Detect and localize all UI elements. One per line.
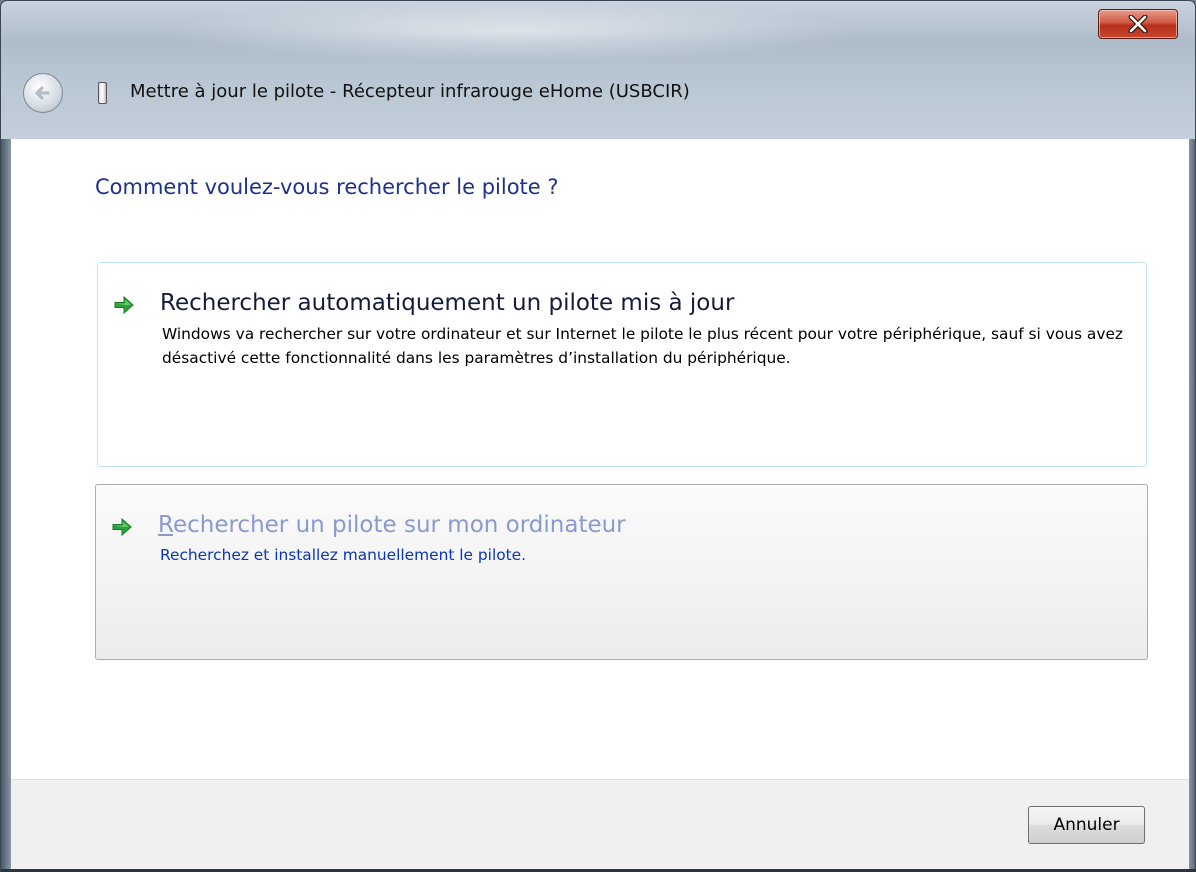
back-button[interactable]	[23, 73, 63, 113]
dialog-window: Mettre à jour le pilote - Récepteur infr…	[0, 0, 1196, 872]
window-frame-left	[1, 139, 11, 872]
browse-computer-title: Rechercher un pilote sur mon ordinateur	[158, 510, 626, 540]
page-heading: Comment voulez-vous rechercher le pilote…	[95, 175, 559, 199]
cancel-button[interactable]: Annuler	[1028, 806, 1145, 844]
back-arrow-icon	[35, 86, 50, 100]
browse-computer-title-rest: echercher un pilote sur mon ordinateur	[172, 512, 626, 538]
green-arrow-icon	[114, 295, 134, 315]
search-automatically-description: Windows va rechercher sur votre ordinate…	[162, 325, 1123, 367]
device-icon	[98, 82, 107, 104]
close-icon	[1128, 15, 1148, 33]
browse-computer-description: Recherchez et installez manuellement le …	[160, 546, 527, 564]
window-title: Mettre à jour le pilote - Récepteur infr…	[130, 81, 690, 102]
titlebar-glow	[161, 1, 861, 61]
search-automatically-title: Rechercher automatiquement un pilote mis…	[160, 290, 735, 316]
content-area: Comment voulez-vous rechercher le pilote…	[11, 139, 1189, 779]
browse-computer-option[interactable]: Rechercher un pilote sur mon ordinateur …	[95, 484, 1148, 660]
green-arrow-icon	[112, 517, 132, 537]
close-button[interactable]	[1098, 9, 1178, 39]
search-automatically-option[interactable]: Rechercher automatiquement un pilote mis…	[97, 262, 1147, 467]
browse-computer-title-mnemonic: R	[158, 512, 173, 538]
dialog-footer: Annuler	[11, 779, 1189, 869]
